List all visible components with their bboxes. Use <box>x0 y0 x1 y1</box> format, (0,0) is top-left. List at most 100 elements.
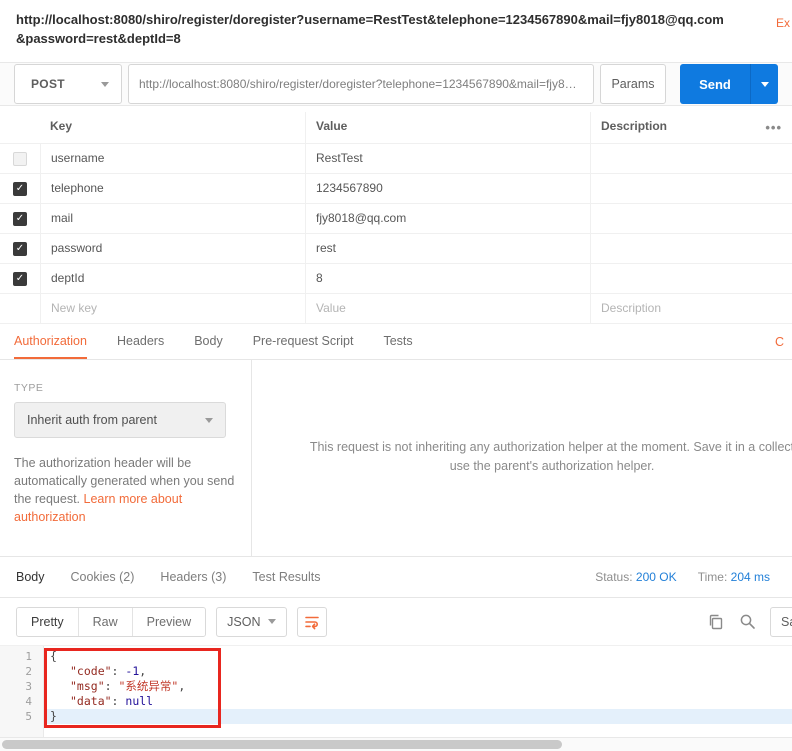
json-comma: , <box>139 664 146 678</box>
table-row: username RestTest <box>0 144 792 174</box>
send-label[interactable]: Send <box>680 64 750 104</box>
tab-headers[interactable]: Headers <box>117 324 164 359</box>
search-icon[interactable] <box>739 613 756 630</box>
param-key-cell[interactable]: telephone <box>40 174 305 203</box>
param-description-cell[interactable] <box>590 174 792 203</box>
view-preview-button[interactable]: Preview <box>132 608 205 636</box>
row-checkbox[interactable] <box>13 242 27 256</box>
table-row: mail fjy8018@qq.com <box>0 204 792 234</box>
view-pretty-button[interactable]: Pretty <box>17 608 78 636</box>
response-tab-cookies[interactable]: Cookies (2) <box>71 570 135 584</box>
authorization-panel: TYPE Inherit auth from parent The author… <box>0 360 792 556</box>
table-row: password rest <box>0 234 792 264</box>
json-value: -1 <box>125 664 139 678</box>
param-description-cell[interactable] <box>590 234 792 263</box>
param-value-cell[interactable]: rest <box>305 234 590 263</box>
params-menu-icon[interactable]: ••• <box>765 112 782 143</box>
new-description-cell[interactable]: Description <box>590 294 792 323</box>
authorization-left-panel: TYPE Inherit auth from parent The author… <box>0 360 252 556</box>
param-value-cell[interactable]: RestTest <box>305 144 590 173</box>
line-number: 3 <box>0 679 44 694</box>
param-key-cell[interactable]: password <box>40 234 305 263</box>
auth-type-value: Inherit auth from parent <box>27 413 157 427</box>
line-number: 1 <box>0 649 44 664</box>
tab-pre-request-script[interactable]: Pre-request Script <box>253 324 354 359</box>
wrap-text-button[interactable] <box>297 607 327 637</box>
param-value-cell[interactable]: 8 <box>305 264 590 293</box>
json-key: "msg" <box>70 679 105 693</box>
response-status: Status: 200 OK Time: 204 ms <box>595 570 770 584</box>
tab-body[interactable]: Body <box>194 324 223 359</box>
params-table: Key Value Description ••• username RestT… <box>0 106 792 324</box>
new-key-cell[interactable]: New key <box>40 294 305 323</box>
params-key-header: Key <box>40 112 305 143</box>
param-description-cell[interactable] <box>590 264 792 293</box>
json-separator: : <box>105 679 119 693</box>
save-response-button[interactable]: Sav <box>770 607 792 637</box>
param-description-cell[interactable] <box>590 144 792 173</box>
code-line: 1 { <box>0 649 792 664</box>
params-value-header: Value <box>305 112 590 143</box>
auth-type-select[interactable]: Inherit auth from parent <box>14 402 226 438</box>
code-line: 3 "msg": "系统异常", <box>0 679 792 694</box>
response-tab-test-results[interactable]: Test Results <box>252 570 320 584</box>
json-comma: , <box>178 679 185 693</box>
postman-window: http://localhost:8080/shiro/register/dor… <box>0 0 792 751</box>
param-key-cell[interactable]: username <box>40 144 305 173</box>
tab-authorization[interactable]: Authorization <box>14 324 87 359</box>
examples-link[interactable]: Ex <box>776 16 790 30</box>
params-header-row: Key Value Description ••• <box>0 112 792 144</box>
view-raw-button[interactable]: Raw <box>78 608 132 636</box>
status-label: Status: <box>595 570 632 584</box>
method-label: POST <box>31 77 65 91</box>
code-line: 4 "data": null <box>0 694 792 709</box>
url-preview: http://localhost:8080/shiro/register/dor… <box>0 0 792 62</box>
param-value-cell[interactable]: fjy8018@qq.com <box>305 204 590 233</box>
send-dropdown-button[interactable] <box>750 64 778 104</box>
row-checkbox[interactable] <box>13 212 27 226</box>
response-tab-body[interactable]: Body <box>16 570 45 584</box>
chevron-down-icon <box>101 82 109 87</box>
chevron-down-icon <box>761 82 769 87</box>
params-button[interactable]: Params <box>600 64 666 104</box>
response-body-editor[interactable]: 1 { 2 "code": -1, 3 "msg": "系统异常", 4 "da… <box>0 646 792 737</box>
param-key-cell[interactable]: deptId <box>40 264 305 293</box>
auth-type-label: TYPE <box>14 382 237 394</box>
json-key: "data" <box>70 694 112 708</box>
param-key-cell[interactable]: mail <box>40 204 305 233</box>
response-toolbar: Pretty Raw Preview JSON Sav <box>0 598 792 646</box>
new-value-cell[interactable]: Value <box>305 294 590 323</box>
response-header: Body Cookies (2) Headers (3) Test Result… <box>0 556 792 598</box>
url-preview-line2: &password=rest&deptId=8 <box>16 29 776 48</box>
table-row: deptId 8 <box>0 264 792 294</box>
row-checkbox[interactable] <box>13 152 27 166</box>
format-select[interactable]: JSON <box>216 607 287 637</box>
line-number: 5 <box>0 709 44 724</box>
params-description-header: Description <box>590 112 792 143</box>
authorization-note-panel: This request is not inheriting any autho… <box>252 360 792 556</box>
brace-close: } <box>50 709 57 723</box>
response-tab-headers[interactable]: Headers (3) <box>160 570 226 584</box>
table-row: telephone 1234567890 <box>0 174 792 204</box>
param-value-cell[interactable]: 1234567890 <box>305 174 590 203</box>
row-checkbox[interactable] <box>13 182 27 196</box>
code-lines: 1 { 2 "code": -1, 3 "msg": "系统异常", 4 "da… <box>0 646 792 724</box>
url-input[interactable] <box>128 64 594 104</box>
param-description-cell[interactable] <box>590 204 792 233</box>
request-builder: POST Params Send <box>0 62 792 106</box>
copy-icon[interactable] <box>707 613 725 631</box>
time-value: 204 ms <box>731 570 770 584</box>
row-checkbox[interactable] <box>13 272 27 286</box>
json-key: "code" <box>70 664 112 678</box>
horizontal-scrollbar[interactable] <box>0 737 792 751</box>
format-label: JSON <box>227 615 260 629</box>
json-separator: : <box>112 694 126 708</box>
send-button[interactable]: Send <box>680 64 778 104</box>
scrollbar-thumb[interactable] <box>2 740 562 749</box>
cookies-code-link[interactable]: C <box>775 324 784 359</box>
view-mode-segment: Pretty Raw Preview <box>16 607 206 637</box>
url-preview-line1: http://localhost:8080/shiro/register/dor… <box>16 10 776 29</box>
json-value: null <box>125 694 153 708</box>
method-select[interactable]: POST <box>14 64 122 104</box>
tab-tests[interactable]: Tests <box>383 324 412 359</box>
